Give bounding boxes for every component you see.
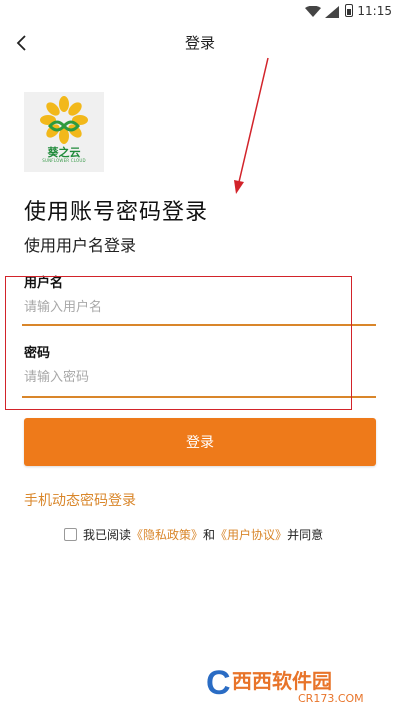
signal-icon (325, 6, 339, 18)
user-agreement-link[interactable]: 《用户协议》 (215, 526, 287, 543)
watermark-logo-icon: C (206, 664, 231, 702)
agreement-prefix: 我已阅读 (83, 528, 132, 542)
watermark-brand: 西西软件园 (232, 669, 332, 693)
agreement-checkbox[interactable] (64, 528, 77, 541)
watermark: C 西西软件园 CR173.COM (200, 660, 396, 706)
sunflower-icon (40, 96, 88, 144)
logo-subtext: SUNFLOWER CLOUD (42, 158, 86, 163)
login-heading: 使用账号密码登录 (24, 200, 209, 225)
agreement-row: 我已阅读 《隐私政策》 和 《用户协议》 并同意 (64, 526, 323, 543)
privacy-policy-link[interactable]: 《隐私政策》 (131, 526, 203, 543)
sms-login-link[interactable]: 手机动态密码登录 (24, 490, 136, 510)
page-title: 登录 (184, 34, 215, 52)
status-bar: 11:15 (0, 0, 400, 24)
agreement-and: 和 (203, 528, 216, 542)
login-button[interactable]: 登录 (24, 418, 376, 466)
agreement-suffix: 并同意 (287, 528, 324, 542)
app-logo: 葵之云 SUNFLOWER CLOUD (24, 92, 104, 172)
battery-icon (345, 4, 353, 17)
status-time: 11:15 (357, 4, 392, 18)
annotation-box (5, 276, 352, 410)
login-subheading: 使用用户名登录 (24, 236, 137, 255)
wifi-icon (305, 6, 321, 17)
watermark-url: CR173.COM (298, 692, 364, 705)
